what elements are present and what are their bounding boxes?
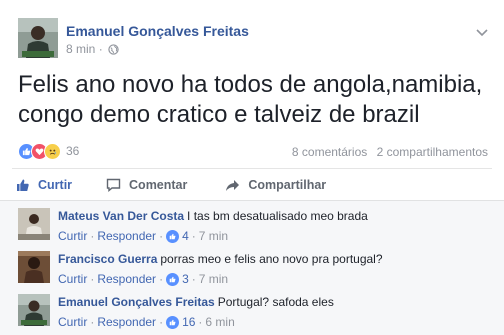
post-time[interactable]: 8 min xyxy=(66,42,95,56)
divider xyxy=(12,168,492,169)
comment-time[interactable]: 7 min xyxy=(199,229,228,243)
comment-reply-link[interactable]: Responder xyxy=(97,272,156,286)
commenter-avatar[interactable] xyxy=(18,294,50,326)
post-meta: 8 min · xyxy=(66,42,119,58)
comment-reply-link[interactable]: Responder xyxy=(97,229,156,243)
comment-author[interactable]: Mateus Van Der Costa xyxy=(58,209,184,223)
like-icon xyxy=(166,315,180,329)
comment-label: Comentar xyxy=(129,178,188,192)
author-avatar[interactable] xyxy=(18,18,58,58)
comment-body: Mateus Van Der Costa I tas bm desatualisa… xyxy=(58,209,368,223)
comment-text: porras meo e felis ano novo pra portugal… xyxy=(160,252,383,266)
comment-author[interactable]: Emanuel Gonçalves Freitas xyxy=(58,295,215,309)
sad-icon xyxy=(44,142,61,160)
comment-like-link[interactable]: Curtir xyxy=(58,272,87,286)
chevron-down-icon[interactable] xyxy=(476,24,488,42)
meta-separator: · xyxy=(98,42,103,56)
comment-item: Francisco Guerra porras meo e felis ano n… xyxy=(18,251,498,291)
post-header: Emanuel Gonçalves Freitas 8 min · xyxy=(18,18,488,62)
post-text: Felis ano novo ha todos de angola,namibi… xyxy=(18,71,483,128)
share-label: Compartilhar xyxy=(248,178,327,192)
comment-footer: Curtir · Responder · 4 · 7 min xyxy=(58,229,229,243)
comment-like-count[interactable]: 16 xyxy=(182,315,195,329)
comment-like-link[interactable]: Curtir xyxy=(58,229,87,243)
comment-button[interactable]: Comentar xyxy=(106,170,187,200)
comment-footer: Curtir · Responder · 3 · 7 min xyxy=(58,272,229,286)
commenter-avatar[interactable] xyxy=(18,251,50,283)
comment-text: Portugal? safoda eles xyxy=(217,295,334,309)
commenter-avatar[interactable] xyxy=(18,208,50,240)
reactions-summary[interactable]: 36 xyxy=(18,141,79,161)
share-button[interactable]: Compartilhar xyxy=(225,170,326,200)
comments-section: Mateus Van Der Costa I tas bm desatualisa… xyxy=(0,200,504,335)
comment-body: Francisco Guerra porras meo e felis ano n… xyxy=(58,252,383,266)
post-author-name[interactable]: Emanuel Gonçalves Freitas xyxy=(66,23,249,39)
comment-like-link[interactable]: Curtir xyxy=(58,315,87,329)
comment-item: Mateus Van Der Costa I tas bm desatualisa… xyxy=(18,208,498,248)
comment-like-count[interactable]: 4 xyxy=(182,229,189,243)
thumbs-up-icon xyxy=(17,179,29,191)
reaction-count[interactable]: 36 xyxy=(66,144,79,158)
comments-count[interactable]: 8 comentários xyxy=(292,145,367,159)
comment-item: Emanuel Gonçalves Freitas Portugal? safod… xyxy=(18,294,498,334)
comment-reply-link[interactable]: Responder xyxy=(97,315,156,329)
comment-like-count[interactable]: 3 xyxy=(182,272,189,286)
comment-footer: Curtir · Responder · 16 · 6 min xyxy=(58,315,235,329)
like-icon xyxy=(166,272,180,286)
shares-count[interactable]: 2 compartilhamentos xyxy=(377,145,488,159)
comment-body: Emanuel Gonçalves Freitas Portugal? safod… xyxy=(58,295,334,309)
like-label: Curtir xyxy=(38,178,73,192)
share-icon xyxy=(226,179,240,191)
comment-time[interactable]: 6 min xyxy=(205,315,234,329)
globe-icon[interactable] xyxy=(108,44,119,58)
post-stats: 8 comentários 2 compartilhamentos xyxy=(292,145,488,159)
like-button[interactable]: Curtir xyxy=(16,170,72,200)
action-bar: Curtir Comentar Compartilhar xyxy=(12,170,492,200)
comment-icon xyxy=(106,178,121,192)
comment-text: I tas bm desatualisado meo brada xyxy=(187,209,368,223)
comment-time[interactable]: 7 min xyxy=(199,272,228,286)
like-icon xyxy=(166,229,180,243)
comment-author[interactable]: Francisco Guerra xyxy=(58,252,157,266)
